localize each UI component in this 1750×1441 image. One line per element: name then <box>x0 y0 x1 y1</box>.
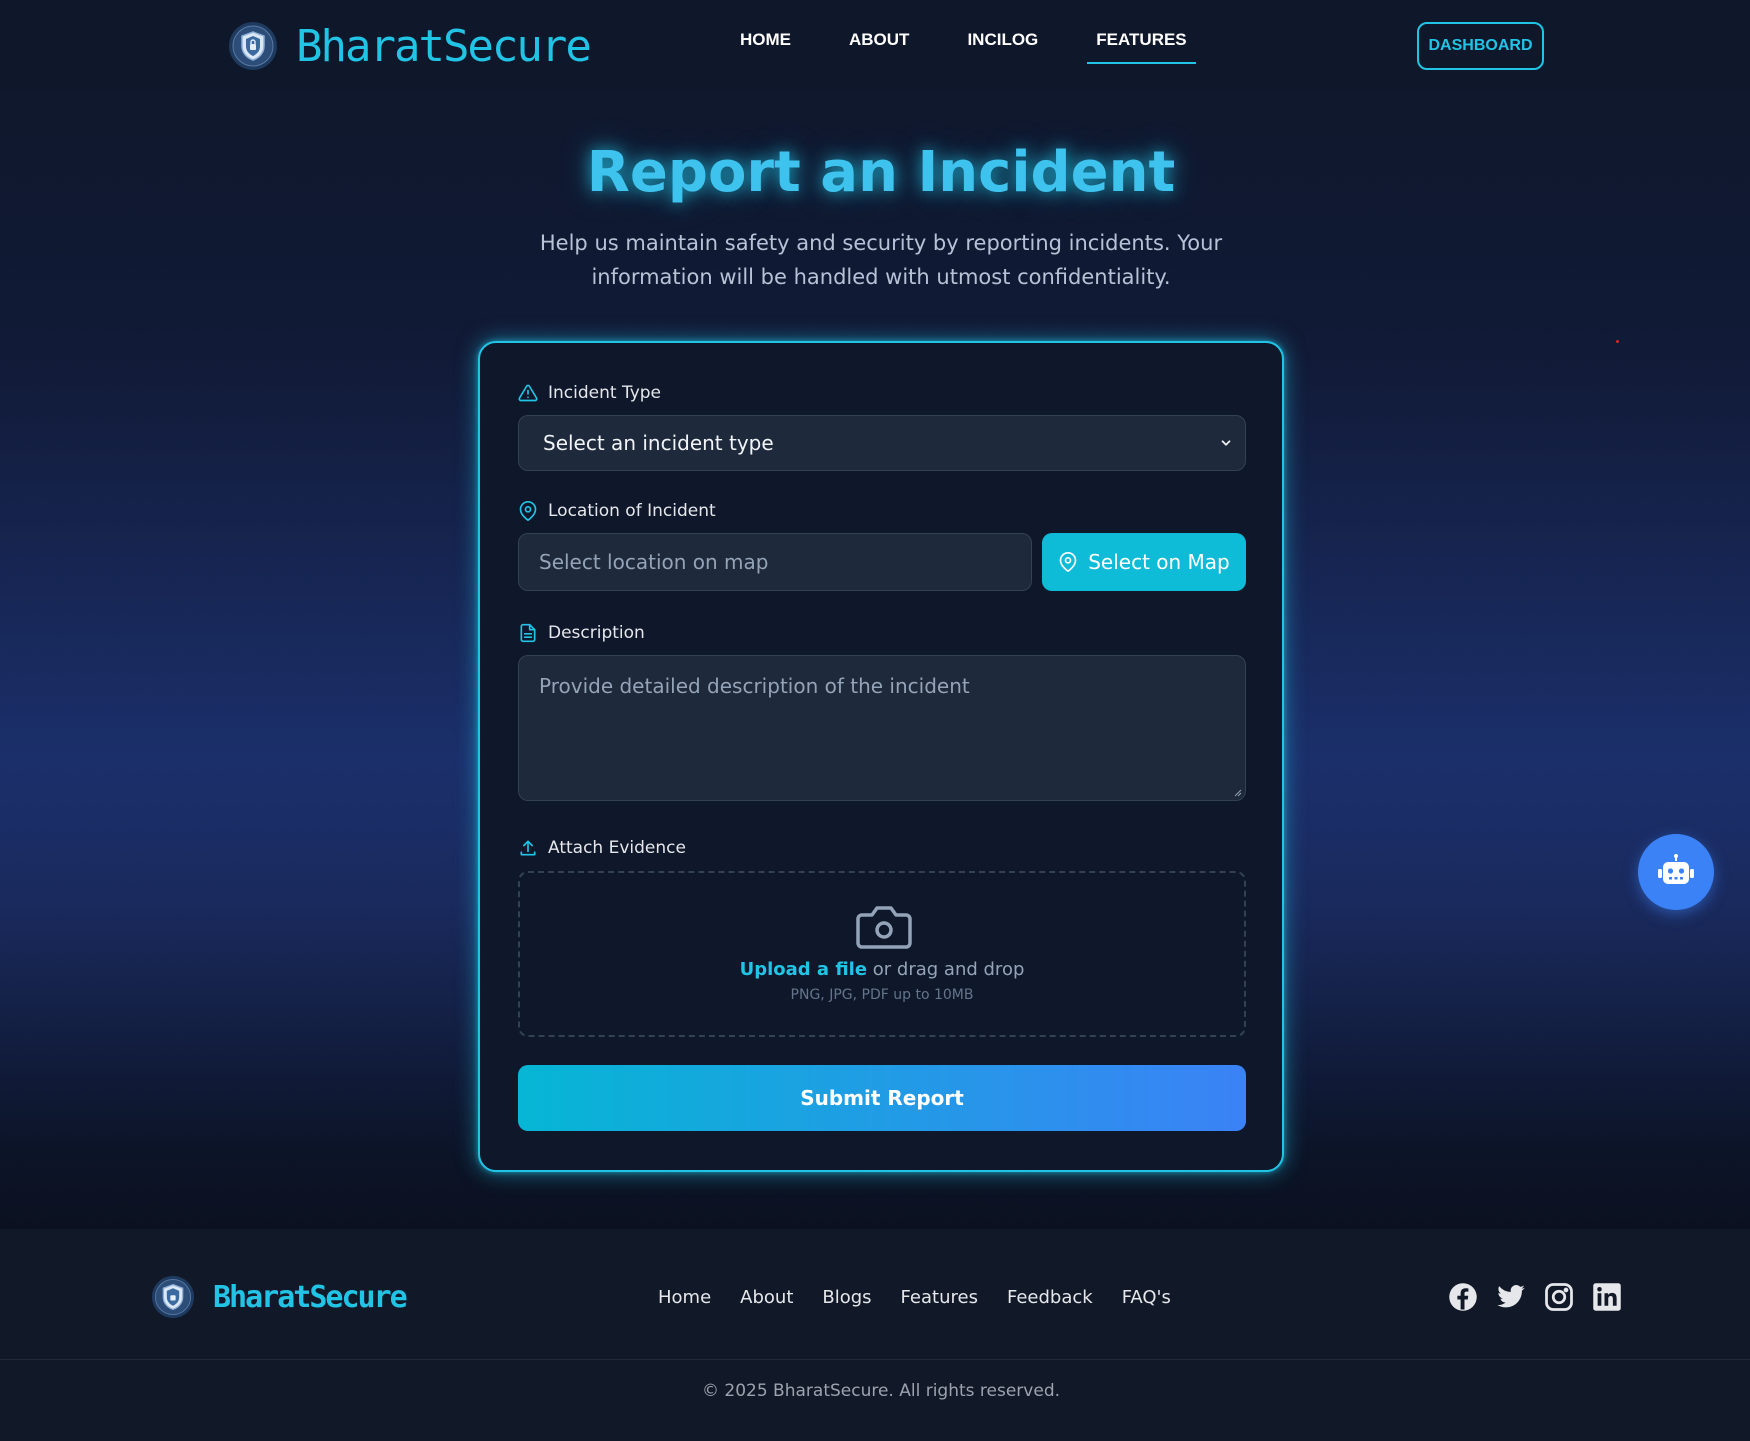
dashboard-button[interactable]: DASHBOARD <box>1417 22 1544 70</box>
upload-file-link[interactable]: Upload a file <box>740 959 867 980</box>
select-on-map-label: Select on Map <box>1088 550 1230 574</box>
location-label-text: Location of Incident <box>548 501 716 521</box>
copyright-text: © 2025 BharatSecure. All rights reserved… <box>701 1381 1061 1401</box>
resize-grip-icon[interactable] <box>1234 789 1242 797</box>
footer-links: Home About Blogs Features Feedback FAQ's <box>658 1287 1200 1308</box>
location-input[interactable]: Select location on map <box>518 533 1032 591</box>
description-label: Description <box>518 623 645 643</box>
footer-brand-name: BharatSecure <box>213 1279 408 1315</box>
brand[interactable]: BharatSecure <box>228 18 592 74</box>
chatbot-button[interactable] <box>1638 834 1714 910</box>
incident-type-label: Incident Type <box>518 383 661 403</box>
footer: BharatSecure Home About Blogs Features F… <box>0 1229 1750 1441</box>
map-pin-icon <box>519 501 537 521</box>
upload-icon <box>520 840 536 856</box>
evidence-dropzone[interactable]: Upload a file or drag and drop PNG, JPG,… <box>518 871 1246 1037</box>
warning-triangle-icon <box>518 384 538 402</box>
robot-icon <box>1658 854 1694 884</box>
incident-type-label-text: Incident Type <box>548 383 661 403</box>
nav-link-about[interactable]: ABOUT <box>849 30 909 64</box>
footer-divider <box>0 1359 1750 1360</box>
location-label: Location of Incident <box>518 501 716 521</box>
description-placeholder: Provide detailed description of the inci… <box>539 674 970 698</box>
camera-icon <box>856 906 912 949</box>
footer-link-features[interactable]: Features <box>901 1287 978 1308</box>
upload-hint: PNG, JPG, PDF up to 10MB <box>790 987 974 1003</box>
top-navbar: BharatSecure HOME ABOUT INCILOG FEATURES… <box>0 0 1750 90</box>
facebook-icon[interactable] <box>1448 1282 1478 1312</box>
page-title: Report an Incident <box>586 140 1176 205</box>
nav-link-features[interactable]: FEATURES <box>1087 30 1196 64</box>
footer-link-faqs[interactable]: FAQ's <box>1122 1287 1171 1308</box>
evidence-label: Attach Evidence <box>518 838 686 858</box>
decorative-dot <box>1616 340 1619 343</box>
incident-type-select[interactable]: Select an incident type <box>518 415 1246 471</box>
footer-link-blogs[interactable]: Blogs <box>822 1287 871 1308</box>
footer-brand[interactable]: BharatSecure <box>151 1275 408 1319</box>
map-pin-icon <box>1059 552 1077 572</box>
submit-report-button[interactable]: Submit Report <box>518 1065 1246 1131</box>
social-links <box>1448 1282 1640 1312</box>
drag-drop-text: or drag and drop <box>867 959 1025 980</box>
select-on-map-button[interactable]: Select on Map <box>1042 533 1246 591</box>
instagram-icon[interactable] <box>1544 1282 1574 1312</box>
twitter-icon[interactable] <box>1496 1282 1526 1312</box>
nav-link-incilog[interactable]: INCILOG <box>967 30 1038 64</box>
brand-name: BharatSecure <box>296 20 592 72</box>
upload-text: Upload a file or drag and drop <box>520 959 1244 980</box>
footer-link-feedback[interactable]: Feedback <box>1007 1287 1093 1308</box>
page-subtitle: Help us maintain safety and security by … <box>539 231 1223 289</box>
shield-logo-icon <box>151 1275 195 1319</box>
location-placeholder: Select location on map <box>539 550 769 574</box>
nav-link-home[interactable]: HOME <box>740 30 791 64</box>
document-icon <box>520 623 536 643</box>
incident-report-form: Incident Type Select an incident type Lo… <box>478 341 1284 1172</box>
nav-links: HOME ABOUT INCILOG FEATURES <box>740 30 1254 64</box>
footer-link-about[interactable]: About <box>740 1287 793 1308</box>
linkedin-icon[interactable] <box>1592 1282 1622 1312</box>
shield-logo-icon <box>229 22 277 70</box>
evidence-label-text: Attach Evidence <box>548 838 686 858</box>
incident-type-selected: Select an incident type <box>543 431 774 455</box>
description-textarea[interactable]: Provide detailed description of the inci… <box>518 655 1246 801</box>
chevron-down-icon <box>1221 440 1231 446</box>
footer-link-home[interactable]: Home <box>658 1287 711 1308</box>
description-label-text: Description <box>548 623 645 643</box>
